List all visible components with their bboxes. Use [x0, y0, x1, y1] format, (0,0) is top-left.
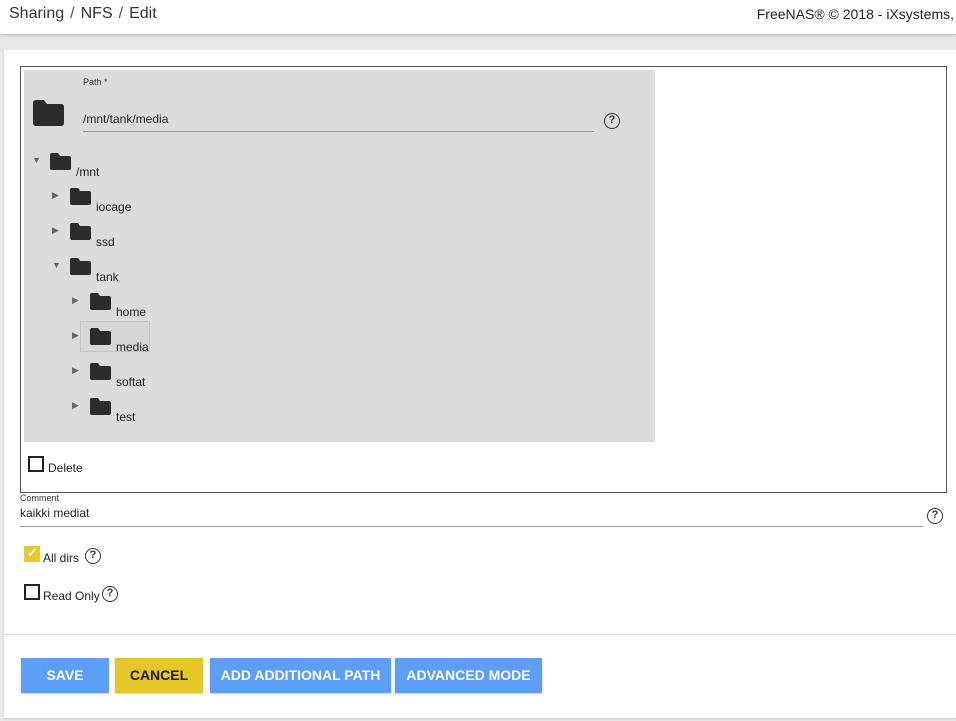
tree-node-label: softat [116, 375, 146, 389]
tree-node-label: /mnt [76, 165, 100, 179]
delete-checkbox[interactable] [28, 456, 44, 472]
tree-node-label: tank [96, 270, 119, 284]
expand-icon[interactable]: ▶ [52, 190, 59, 201]
folder-icon [90, 398, 111, 415]
path-fieldset: Path * /mnt/tank/media ? ▼ /mnt ▶ iocage… [20, 66, 947, 493]
expand-icon[interactable]: ▶ [72, 330, 79, 341]
comment-label: Comment [20, 493, 60, 503]
folder-icon[interactable] [33, 100, 64, 126]
expand-icon[interactable]: ▶ [72, 295, 79, 306]
read-only-help-icon[interactable]: ? [102, 586, 118, 602]
read-only-checkbox[interactable] [24, 584, 40, 600]
collapse-icon[interactable]: ▼ [32, 155, 41, 165]
breadcrumb-separator: / [118, 5, 124, 22]
tree-node-label: media [116, 340, 149, 354]
breadcrumb-sharing[interactable]: Sharing [9, 5, 64, 22]
folder-icon [90, 328, 111, 345]
all-dirs-label: All dirs [43, 551, 80, 565]
path-label: Path * [83, 77, 108, 87]
divider [4, 634, 956, 635]
copyright-text: FreeNAS® © 2018 - iXsystems, [756, 6, 954, 22]
folder-icon [70, 188, 91, 205]
breadcrumb-edit: Edit [129, 5, 157, 22]
read-only-label: Read Only [43, 589, 100, 603]
folder-icon [50, 153, 71, 170]
add-additional-path-button[interactable]: ADD ADDITIONAL PATH [210, 658, 391, 693]
breadcrumb-separator: / [70, 5, 75, 22]
expand-icon[interactable]: ▶ [72, 400, 79, 411]
tree-node-label: test [116, 410, 136, 424]
tree-node-label: home [116, 305, 147, 319]
path-input[interactable]: /mnt/tank/media [83, 110, 594, 132]
advanced-mode-button[interactable]: ADVANCED MODE [395, 658, 542, 693]
all-dirs-checkbox[interactable] [24, 545, 40, 562]
path-help-icon[interactable]: ? [604, 113, 620, 129]
delete-label: Delete [48, 461, 83, 475]
folder-icon [70, 223, 91, 240]
comment-help-icon[interactable]: ? [927, 508, 943, 524]
expand-icon[interactable]: ▶ [52, 225, 59, 236]
folder-icon [70, 258, 91, 275]
tree-node-label: ssd [96, 235, 115, 249]
comment-input[interactable]: kaikki mediat [20, 506, 923, 527]
breadcrumb: Sharing / NFS / Edit [9, 5, 157, 23]
tree-node-label: iocage [96, 200, 132, 214]
cancel-button[interactable]: CANCEL [115, 658, 203, 693]
expand-icon[interactable]: ▶ [72, 365, 79, 376]
folder-icon [90, 363, 111, 380]
collapse-icon[interactable]: ▼ [52, 260, 61, 270]
breadcrumb-nfs[interactable]: NFS [81, 5, 113, 22]
top-bar: Sharing / NFS / Edit FreeNAS® © 2018 - iXsys… [0, 0, 956, 34]
file-explorer: Path * /mnt/tank/media ? ▼ /mnt ▶ iocage… [24, 70, 655, 442]
folder-icon [90, 293, 111, 310]
all-dirs-help-icon[interactable]: ? [85, 548, 101, 564]
nfs-edit-form: Path * /mnt/tank/media ? ▼ /mnt ▶ iocage… [4, 50, 956, 718]
save-button[interactable]: SAVE [21, 658, 109, 693]
